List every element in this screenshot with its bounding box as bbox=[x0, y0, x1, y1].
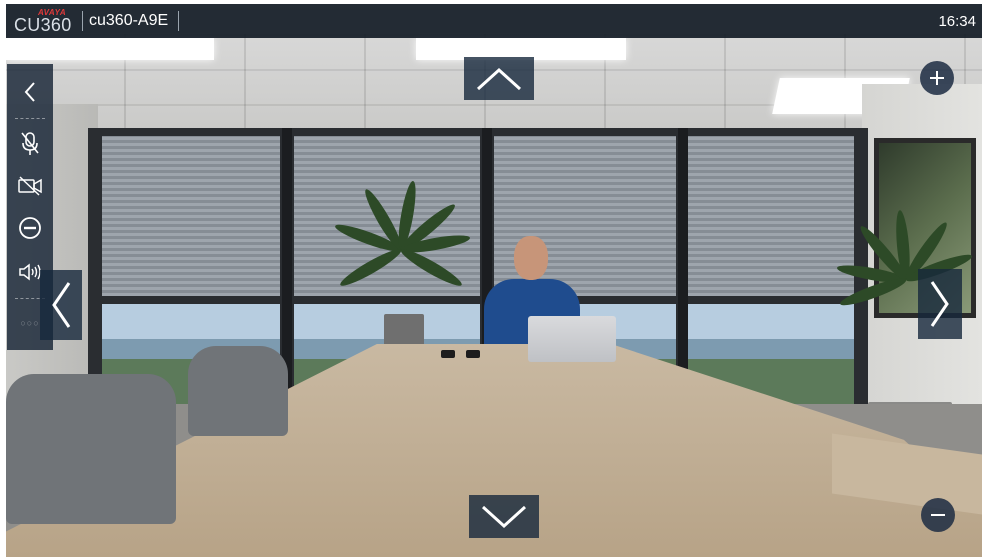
window-blind bbox=[102, 136, 280, 296]
do-not-disturb-button[interactable] bbox=[7, 210, 53, 246]
zoom-in-button[interactable] bbox=[920, 61, 954, 95]
camera-off-button[interactable] bbox=[7, 168, 53, 204]
brand-logo: AVAYA CU360 bbox=[14, 8, 80, 35]
chevron-up-icon bbox=[475, 66, 523, 92]
zoom-out-button[interactable] bbox=[921, 498, 955, 532]
chevron-left-icon bbox=[50, 280, 72, 330]
chevron-left-icon bbox=[23, 81, 37, 103]
ceiling-light bbox=[6, 38, 214, 60]
device-name: cu360-A9E bbox=[89, 12, 169, 29]
window-blind bbox=[688, 136, 854, 296]
minus-icon bbox=[929, 506, 947, 524]
chevron-down-icon bbox=[480, 504, 528, 530]
pan-left-button[interactable] bbox=[40, 270, 82, 340]
tilt-up-button[interactable] bbox=[464, 57, 534, 100]
tilt-down-button[interactable] bbox=[469, 495, 539, 538]
camera-view: AVAYA CU360 cu360-A9E 16:34 ○○○ bbox=[6, 4, 982, 557]
chevron-right-icon bbox=[929, 279, 951, 329]
clock: 16:34 bbox=[938, 13, 976, 30]
window-mullion bbox=[678, 128, 688, 408]
sidebar-divider bbox=[15, 118, 45, 119]
video-off-icon bbox=[17, 176, 43, 196]
chair bbox=[188, 346, 288, 436]
back-button[interactable] bbox=[7, 74, 53, 110]
brand-product-name: CU360 bbox=[14, 15, 72, 35]
microphone-muted-icon bbox=[19, 131, 41, 157]
table-remote bbox=[441, 350, 455, 358]
table-remote bbox=[466, 350, 480, 358]
divider bbox=[178, 11, 179, 31]
person-head bbox=[514, 236, 548, 280]
minus-circle-icon bbox=[18, 216, 42, 240]
laptop bbox=[528, 316, 616, 362]
top-bar: AVAYA CU360 cu360-A9E 16:34 bbox=[6, 4, 982, 38]
pan-right-button[interactable] bbox=[918, 269, 962, 339]
chair bbox=[6, 374, 176, 524]
speaker-volume-icon bbox=[18, 262, 42, 282]
plus-icon bbox=[928, 69, 946, 87]
divider bbox=[82, 11, 83, 31]
microphone-mute-button[interactable] bbox=[7, 126, 53, 162]
